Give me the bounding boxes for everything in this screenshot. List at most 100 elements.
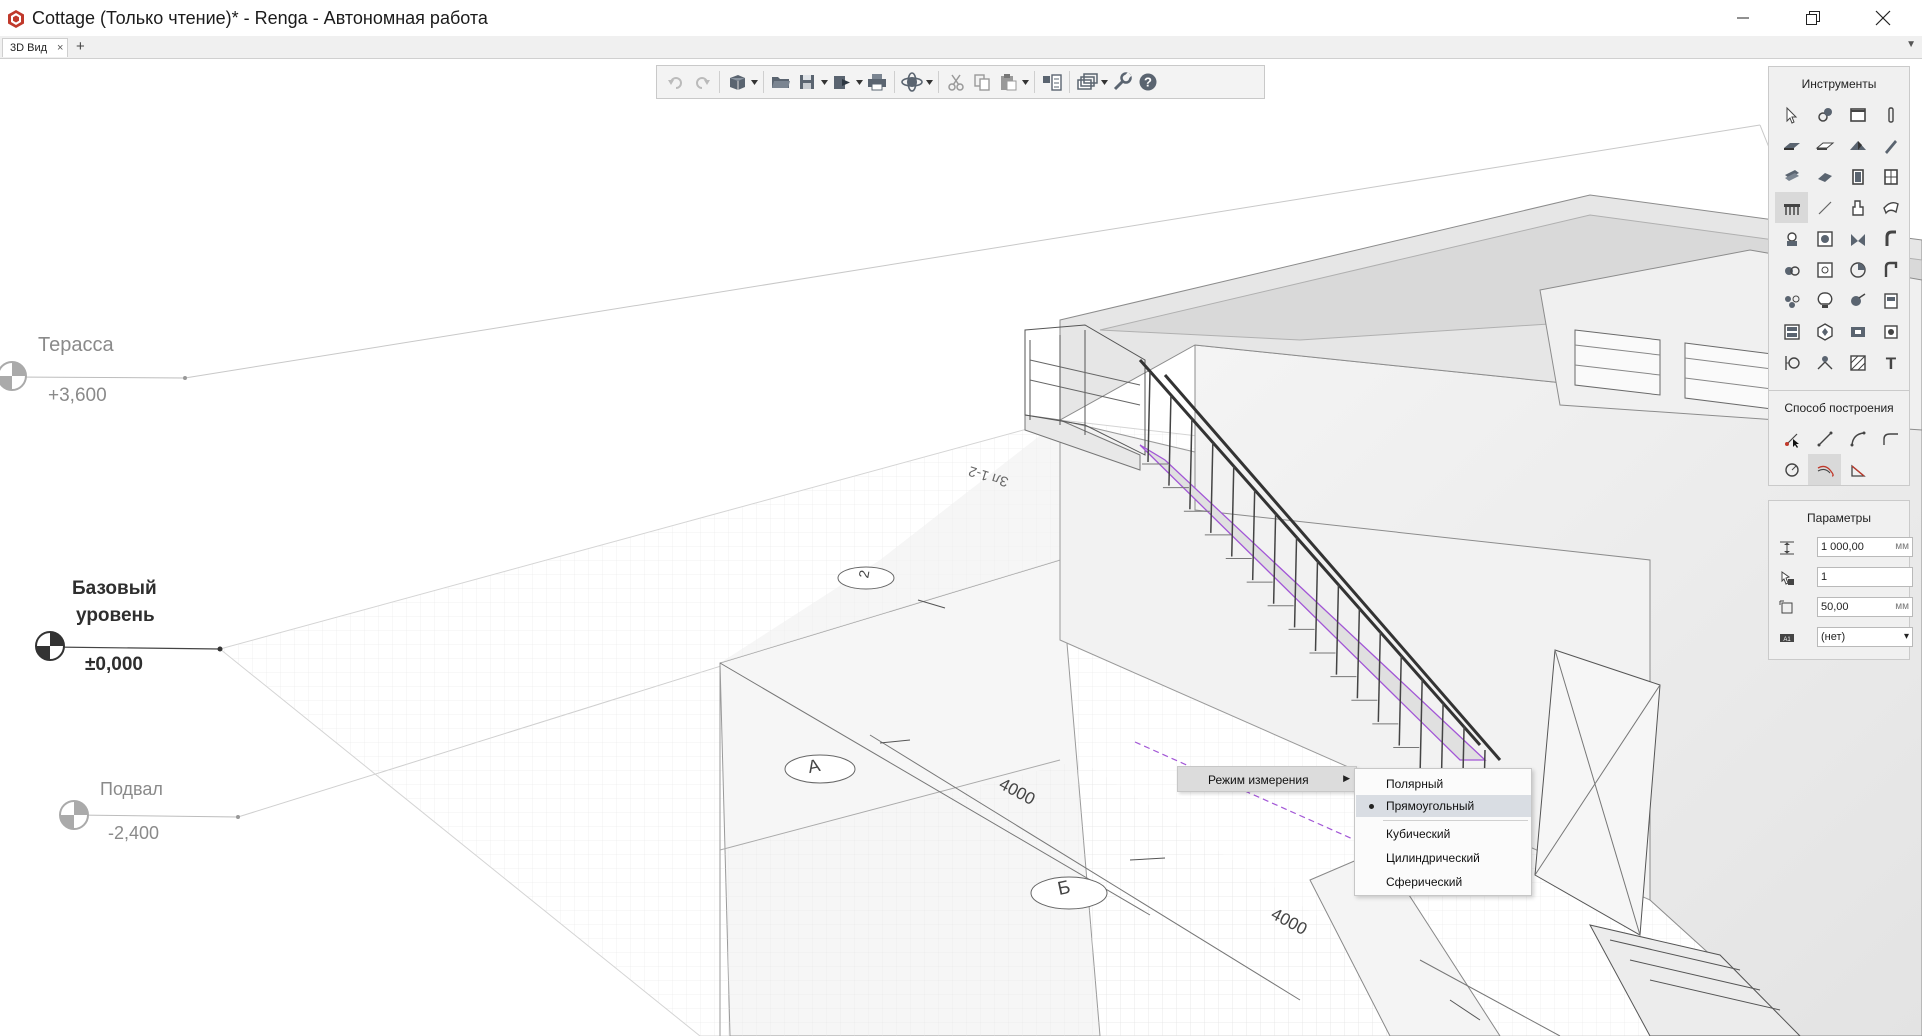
tool-button-dimension[interactable] <box>1808 347 1841 378</box>
tool-button-beam[interactable] <box>1874 130 1907 161</box>
view-cube-dropdown-icon[interactable] <box>750 69 759 95</box>
tools-panel: Инструменты T <box>1768 66 1910 398</box>
tool-button-circle[interactable] <box>1775 454 1808 485</box>
style-select[interactable]: (нет) ▾ <box>1817 627 1913 647</box>
tool-button-line[interactable] <box>1808 192 1841 223</box>
submenu-item-spherical[interactable]: Сферический <box>1356 871 1531 893</box>
tool-button-valve[interactable] <box>1841 223 1874 254</box>
equipment-icon <box>1786 231 1797 246</box>
quick-access-toolbar: ? <box>656 65 1265 99</box>
tool-button-assembly[interactable] <box>1775 316 1808 347</box>
layers-dropdown-icon[interactable] <box>1100 69 1109 95</box>
tool-button-wall[interactable] <box>1808 161 1841 192</box>
properties-button[interactable] <box>1039 69 1065 95</box>
undo-button[interactable] <box>663 69 689 95</box>
print-button[interactable] <box>864 69 890 95</box>
tool-button-triangle[interactable] <box>1841 454 1874 485</box>
submenu-item-rectangular[interactable]: Прямоугольный <box>1356 795 1531 817</box>
layers-button[interactable] <box>1074 69 1100 95</box>
arc-icon <box>1850 431 1865 446</box>
tool-button-room[interactable] <box>1841 192 1874 223</box>
cut-button[interactable] <box>943 69 969 95</box>
pipe-icon <box>1885 230 1896 246</box>
tool-button-network[interactable] <box>1775 285 1808 316</box>
tool-button-fitting[interactable] <box>1808 223 1841 254</box>
tool-button-duct[interactable] <box>1874 254 1907 285</box>
tab-list-dropdown-icon[interactable]: ▼ <box>1906 39 1916 50</box>
close-button[interactable] <box>1856 0 1910 36</box>
tool-button-hole[interactable] <box>1874 316 1907 347</box>
submenu-item-cubic[interactable]: Кубический <box>1356 823 1531 845</box>
height-icon <box>1780 541 1794 555</box>
tool-button-switch[interactable] <box>1841 285 1874 316</box>
rectangle-icon <box>1849 107 1866 122</box>
tab-close-icon[interactable]: × <box>57 39 63 58</box>
count-input[interactable]: 1 <box>1817 567 1913 587</box>
tool-button-axis[interactable] <box>1775 347 1808 378</box>
paste-button[interactable] <box>995 69 1021 95</box>
tool-button-model[interactable] <box>1808 99 1841 130</box>
tool-button-slab[interactable] <box>1775 130 1808 161</box>
height-input[interactable]: 1 000,00 мм <box>1817 537 1913 557</box>
tool-button-pipe[interactable] <box>1874 223 1907 254</box>
export-dropdown-icon[interactable] <box>855 69 864 95</box>
measure-mode-menu-item[interactable]: Режим измерения ▶ <box>1178 767 1356 791</box>
tool-button-floor[interactable] <box>1808 130 1841 161</box>
tool-button-window[interactable] <box>1874 161 1907 192</box>
properties-icon <box>1043 74 1062 91</box>
help-button[interactable]: ? <box>1135 69 1161 95</box>
plate-icon <box>1784 169 1799 181</box>
level-marker-basement-icon <box>59 800 89 830</box>
tool-button-panel[interactable] <box>1874 285 1907 316</box>
tool-button-fillet[interactable] <box>1874 423 1907 454</box>
measure-mode-label: Режим измерения <box>1208 773 1309 787</box>
export-button[interactable] <box>829 69 855 95</box>
tool-button-light[interactable] <box>1808 285 1841 316</box>
save-dropdown-icon[interactable] <box>820 69 829 95</box>
tool-button-rectangle[interactable] <box>1841 99 1874 130</box>
title-bar: Cottage (Только чтение)* - Renga - Автон… <box>0 0 1922 37</box>
tool-button-text[interactable]: T <box>1874 347 1907 378</box>
tab-label: 3D Вид <box>10 42 48 54</box>
tool-button-tank[interactable] <box>1808 254 1841 285</box>
view-cube-button[interactable] <box>724 69 750 95</box>
tab-3d-view[interactable]: 3D Вид × <box>2 38 68 57</box>
add-tab-button[interactable]: + <box>76 37 85 56</box>
restore-button[interactable] <box>1786 0 1840 36</box>
redo-button[interactable] <box>689 69 715 95</box>
tool-button-hatch[interactable] <box>1841 347 1874 378</box>
tool-button-arc[interactable] <box>1841 423 1874 454</box>
tool-button-pump[interactable] <box>1775 254 1808 285</box>
tool-button-ramp[interactable] <box>1874 192 1907 223</box>
orbit-dropdown-icon[interactable] <box>925 69 934 95</box>
tool-button-point[interactable] <box>1775 423 1808 454</box>
orbit-button[interactable] <box>899 69 925 95</box>
minimize-button[interactable] <box>1716 0 1770 36</box>
3d-viewport[interactable]: Терасса +3,600 Базовый уровень ±0,000 По… <box>0 59 1922 1036</box>
tool-button-opening[interactable] <box>1841 316 1874 347</box>
open-button[interactable] <box>768 69 794 95</box>
orbit-icon <box>901 72 923 92</box>
tool-button-column[interactable] <box>1874 99 1907 130</box>
light-icon <box>1817 291 1832 308</box>
paste-dropdown-icon[interactable] <box>1021 69 1030 95</box>
tool-button-equipment[interactable] <box>1775 223 1808 254</box>
param-row-count: 1 <box>1779 567 1913 589</box>
tool-button-fan[interactable] <box>1841 254 1874 285</box>
tool-button-door[interactable] <box>1841 161 1874 192</box>
settings-button[interactable] <box>1109 69 1135 95</box>
tool-button-shape[interactable] <box>1808 316 1841 347</box>
submenu-item-cylindrical[interactable]: Цилиндрический <box>1356 847 1531 869</box>
tool-button-select[interactable] <box>1775 99 1808 130</box>
model-icon <box>1817 107 1832 122</box>
triangle-icon <box>1850 464 1866 477</box>
tool-button-polyline[interactable] <box>1808 454 1841 485</box>
copy-button[interactable] <box>969 69 995 95</box>
tool-button-line-segment[interactable] <box>1808 423 1841 454</box>
tool-button-roof[interactable] <box>1841 130 1874 161</box>
save-button[interactable] <box>794 69 820 95</box>
submenu-item-polar[interactable]: Полярный <box>1356 773 1531 795</box>
tool-button-plate[interactable] <box>1775 161 1808 192</box>
offset-input[interactable]: 50,00 мм <box>1817 597 1913 617</box>
tool-button-stair[interactable] <box>1775 192 1808 223</box>
